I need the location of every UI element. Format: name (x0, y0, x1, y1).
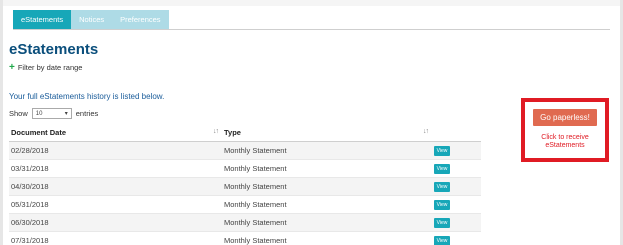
history-text: Your full eStatements history is listed … (9, 92, 165, 101)
table-row: 03/31/2018 Monthly Statement View (9, 158, 481, 177)
view-button[interactable]: View (434, 199, 450, 210)
cell-action: View (432, 176, 481, 195)
view-button[interactable]: View (434, 217, 450, 228)
page-title: eStatements (9, 41, 99, 58)
go-paperless-button[interactable]: Go paperless! (533, 109, 597, 126)
column-header-document-date[interactable]: Document Date ↓↑ (9, 124, 222, 142)
column-header-label: Type (224, 127, 241, 137)
table-row: 05/31/2018 Monthly Statement View (9, 194, 481, 213)
tab-underline (13, 29, 610, 30)
frame-left (0, 0, 3, 245)
cell-type: Monthly Statement (222, 230, 432, 245)
tab-notices[interactable]: Notices (71, 10, 113, 29)
view-button[interactable]: View (434, 235, 450, 245)
cell-document-date: 03/31/2018 (9, 158, 222, 177)
table-row: 04/30/2018 Monthly Statement View (9, 176, 481, 195)
view-button[interactable]: View (434, 145, 450, 156)
view-button[interactable]: View (434, 181, 450, 192)
cell-document-date: 02/28/2018 (9, 140, 222, 159)
table-row: 06/30/2018 Monthly Statement View (9, 212, 481, 231)
plus-icon: + (9, 61, 15, 73)
cell-document-date: 06/30/2018 (9, 212, 222, 231)
chevron-down-icon: ▾ (64, 111, 68, 117)
view-button[interactable]: View (434, 163, 450, 174)
cell-type: Monthly Statement (222, 212, 432, 231)
cell-action: View (432, 212, 481, 231)
entries-select[interactable]: 10 ▾ (31, 108, 72, 119)
column-header-action (432, 124, 481, 142)
cell-type: Monthly Statement (222, 140, 432, 159)
cell-action: View (432, 194, 481, 213)
tab-bar: eStatements Notices Preferences (13, 10, 169, 29)
cell-type: Monthly Statement (222, 176, 432, 195)
sort-icon: ↓↑ (213, 128, 219, 135)
sort-icon: ↓↑ (423, 128, 429, 135)
table-row: 02/28/2018 Monthly Statement View (9, 140, 481, 159)
go-paperless-promo: Go paperless! Click to receive eStatemen… (521, 98, 609, 162)
column-header-label: Document Date (11, 127, 67, 137)
filter-label: Filter by date range (17, 63, 83, 72)
top-rule (0, 0, 623, 6)
cell-document-date: 04/30/2018 (9, 176, 222, 195)
tab-estatements[interactable]: eStatements (13, 10, 72, 29)
entries-select-value: 10 (35, 110, 43, 117)
cell-action: View (432, 230, 481, 245)
entries-label: entries (75, 109, 99, 118)
show-label: Show (9, 109, 28, 118)
table-header-row: Document Date ↓↑ Type ↓↑ (9, 124, 481, 142)
cell-document-date: 05/31/2018 (9, 194, 222, 213)
cell-type: Monthly Statement (222, 158, 432, 177)
receive-estatements-link[interactable]: Click to receive eStatements (529, 134, 601, 150)
page: eStatements Notices Preferences eStateme… (0, 0, 623, 245)
statements-table: Document Date ↓↑ Type ↓↑ 02/28/2018 Mont… (9, 124, 481, 245)
cell-action: View (432, 158, 481, 177)
cell-type: Monthly Statement (222, 194, 432, 213)
cell-document-date: 07/31/2018 (9, 230, 222, 245)
table-row: 07/31/2018 Monthly Statement View (9, 230, 481, 245)
column-header-type[interactable]: Type ↓↑ (222, 124, 432, 142)
tab-preferences[interactable]: Preferences (112, 10, 169, 29)
entries-length-control: Show 10 ▾ entries (9, 108, 98, 119)
cell-action: View (432, 140, 481, 159)
filter-by-date-toggle[interactable]: + Filter by date range (9, 61, 83, 73)
